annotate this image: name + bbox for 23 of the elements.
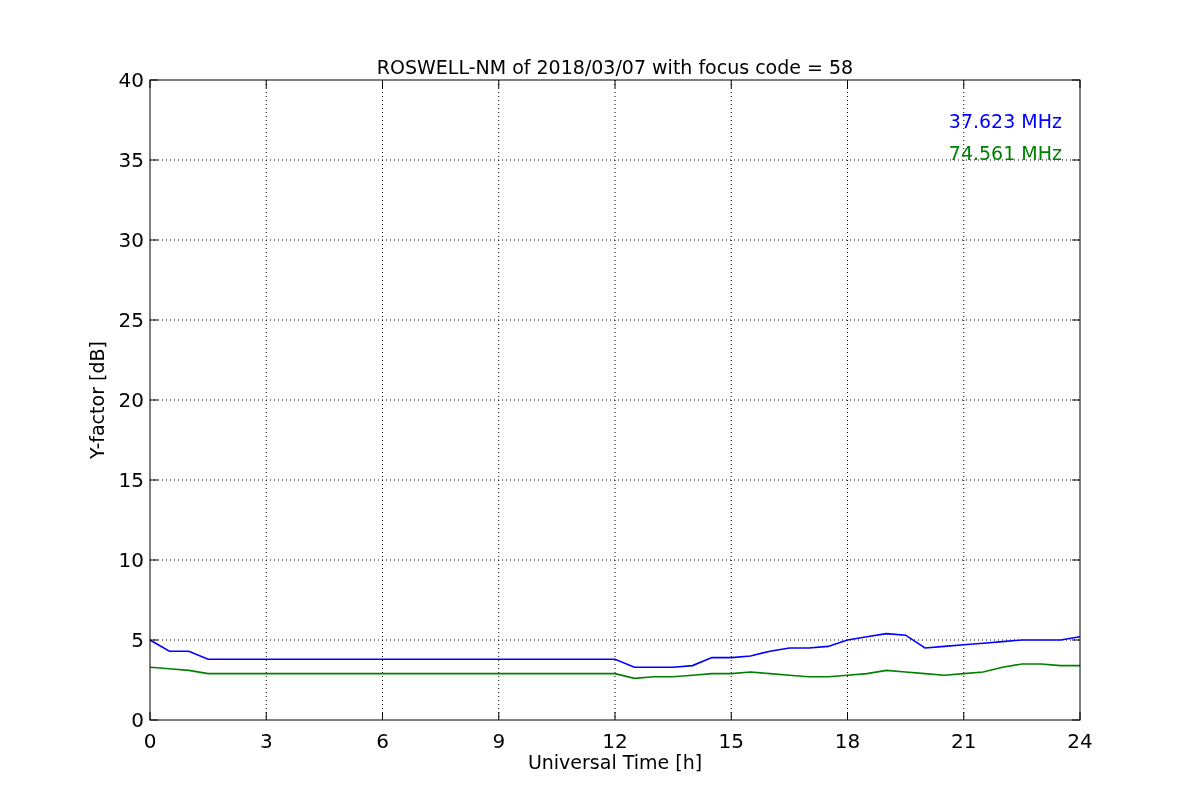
tick-label: 21 <box>951 729 977 753</box>
tick-label: 3 <box>259 729 273 753</box>
tick-label: 15 <box>718 729 744 753</box>
axis-label: Universal Time [h] <box>527 751 703 773</box>
legend-label: 37.623 MHz <box>948 110 1062 132</box>
tick-label: 25 <box>118 308 144 332</box>
tick-label: 40 <box>118 68 144 92</box>
tick-label: 15 <box>118 468 144 492</box>
tick-label: 35 <box>118 148 144 172</box>
tick-label: 9 <box>492 729 506 753</box>
tick-label: 6 <box>376 729 389 753</box>
legend-label: 74.561 MHz <box>948 142 1062 164</box>
tick-label: 30 <box>118 228 144 252</box>
tick-label: 5 <box>131 628 144 652</box>
axis-label: Y-factor [dB] <box>86 341 108 459</box>
tick-label: 24 <box>1067 729 1093 753</box>
chart-title: ROSWELL-NM of 2018/03/07 with focus code = 58 <box>376 56 854 78</box>
tick-label: 0 <box>143 729 157 753</box>
tick-label: 10 <box>118 548 144 572</box>
tick-label: 20 <box>118 388 144 412</box>
tick-label: 0 <box>131 708 144 732</box>
tick-label: 12 <box>602 729 628 753</box>
tick-label: 18 <box>834 729 861 753</box>
